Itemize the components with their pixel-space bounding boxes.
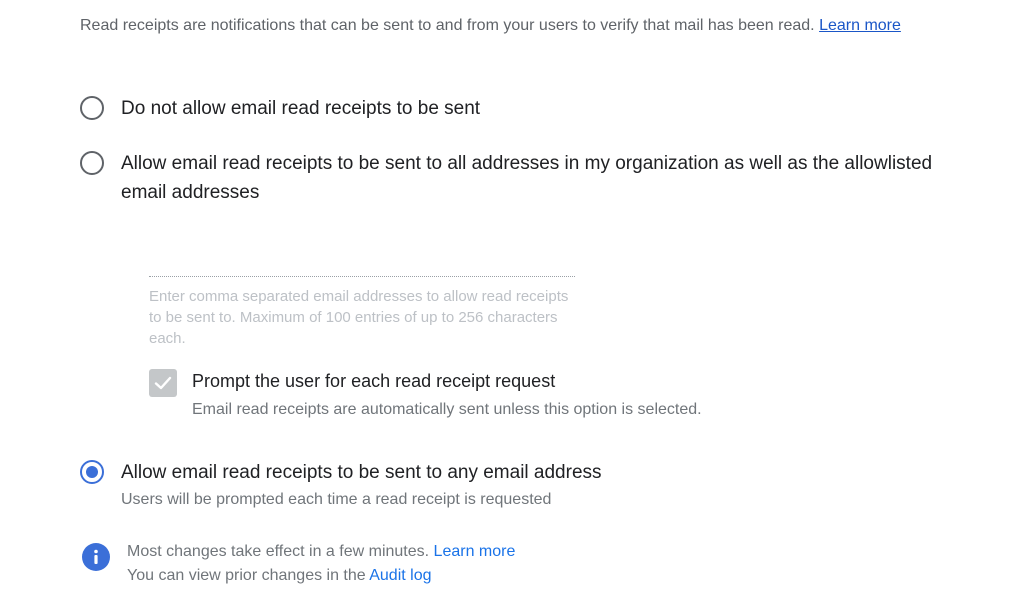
read-receipts-settings: Read receipts are notifications that can… xyxy=(0,0,1024,613)
info-line-1-text: Most changes take effect in a few minute… xyxy=(127,543,430,560)
option-allow-any-address-description: Users will be prompted each time a read … xyxy=(121,491,552,508)
option-allow-organization-allowlist-label[interactable]: Allow email read receipts to be sent to … xyxy=(121,149,971,207)
info-icon xyxy=(82,543,110,571)
option-do-not-allow-label[interactable]: Do not allow email read receipts to be s… xyxy=(121,94,480,123)
allowlist-email-input[interactable] xyxy=(149,246,575,277)
intro-learn-more-link[interactable]: Learn more xyxy=(819,17,901,34)
prompt-user-label[interactable]: Prompt the user for each read receipt re… xyxy=(192,371,555,392)
checkmark-icon xyxy=(154,376,172,390)
info-line-2: You can view prior changes in the Audit … xyxy=(127,567,432,585)
prompt-user-checkbox[interactable] xyxy=(149,369,177,397)
audit-log-link[interactable]: Audit log xyxy=(369,567,431,584)
radio-allow-any-address[interactable] xyxy=(80,460,104,484)
info-line-1: Most changes take effect in a few minute… xyxy=(127,543,515,561)
option-allow-any-address-label[interactable]: Allow email read receipts to be sent to … xyxy=(121,458,602,487)
intro-text: Read receipts are notifications that can… xyxy=(80,17,901,35)
info-learn-more-link[interactable]: Learn more xyxy=(434,543,516,560)
prompt-user-description: Email read receipts are automatically se… xyxy=(192,401,702,418)
radio-allow-organization-allowlist[interactable] xyxy=(80,151,104,175)
intro-description: Read receipts are notifications that can… xyxy=(80,17,815,34)
radio-do-not-allow[interactable] xyxy=(80,96,104,120)
info-line-2-text: You can view prior changes in the xyxy=(127,567,366,584)
allowlist-helper-text: Enter comma separated email addresses to… xyxy=(149,288,569,347)
